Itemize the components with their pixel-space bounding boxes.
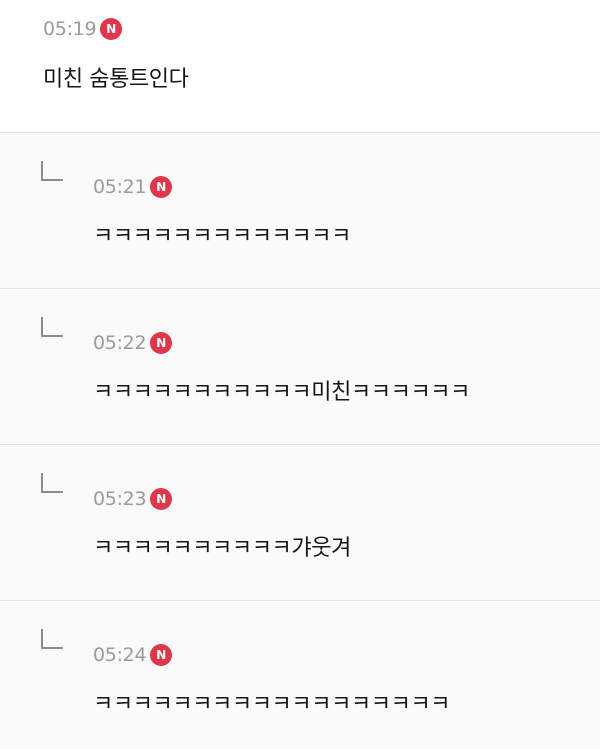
comment-thread: 05:19 N 미친 숨통트인다 05:21 N ㅋㅋㅋㅋㅋㅋㅋㅋㅋㅋㅋㅋㅋ 0… (0, 0, 600, 749)
reply-item[interactable]: 05:24 N ㅋㅋㅋㅋㅋㅋㅋㅋㅋㅋㅋㅋㅋㅋㅋㅋㅋㅋ (0, 602, 600, 749)
reply-meta: 05:24 N (93, 642, 173, 668)
reply-text: ㅋㅋㅋㅋㅋㅋㅋㅋㅋㅋ갸웃겨 (93, 536, 351, 561)
new-badge-icon: N (150, 644, 173, 666)
comment-meta: 05:19 N (43, 16, 123, 42)
reply-timestamp: 05:22 (93, 332, 147, 354)
reply-arrow-icon (41, 473, 63, 493)
reply-arrow-icon (41, 317, 63, 337)
reply-item[interactable]: 05:21 N ㅋㅋㅋㅋㅋㅋㅋㅋㅋㅋㅋㅋㅋ (0, 134, 600, 289)
reply-text: ㅋㅋㅋㅋㅋㅋㅋㅋㅋㅋㅋ미친ㅋㅋㅋㅋㅋㅋ (93, 380, 470, 405)
reply-timestamp: 05:21 (93, 176, 147, 198)
reply-text: ㅋㅋㅋㅋㅋㅋㅋㅋㅋㅋㅋㅋㅋㅋㅋㅋㅋㅋ (93, 692, 451, 717)
reply-timestamp: 05:24 (93, 644, 147, 666)
reply-meta: 05:22 N (93, 330, 173, 356)
reply-item[interactable]: 05:22 N ㅋㅋㅋㅋㅋㅋㅋㅋㅋㅋㅋ미친ㅋㅋㅋㅋㅋㅋ (0, 290, 600, 445)
reply-arrow-icon (41, 161, 63, 181)
comment-item[interactable]: 05:19 N 미친 숨통트인다 (0, 0, 600, 133)
reply-arrow-icon (41, 629, 63, 649)
reply-meta: 05:23 N (93, 486, 173, 512)
new-badge-icon: N (150, 332, 173, 354)
reply-text: ㅋㅋㅋㅋㅋㅋㅋㅋㅋㅋㅋㅋㅋ (93, 224, 351, 249)
new-badge-icon: N (150, 488, 173, 510)
comment-timestamp: 05:19 (43, 18, 97, 40)
comment-text: 미친 숨통트인다 (43, 67, 189, 92)
new-badge-icon: N (150, 176, 173, 198)
reply-timestamp: 05:23 (93, 488, 147, 510)
new-badge-icon: N (100, 18, 123, 40)
reply-meta: 05:21 N (93, 174, 173, 200)
reply-item[interactable]: 05:23 N ㅋㅋㅋㅋㅋㅋㅋㅋㅋㅋ갸웃겨 (0, 446, 600, 601)
